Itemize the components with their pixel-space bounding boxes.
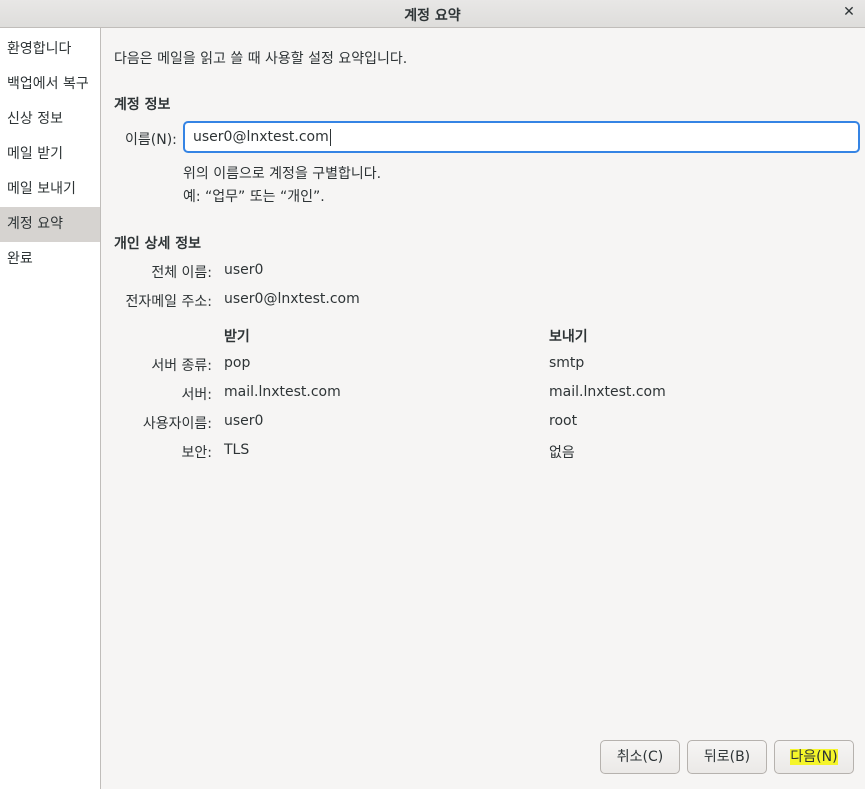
next-button[interactable]: 다음(N) xyxy=(774,740,854,774)
server-type-send: smtp xyxy=(549,355,585,371)
sidebar-item-account-summary[interactable]: 계정 요약 xyxy=(0,207,100,242)
server-type-label: 서버 종류: xyxy=(151,358,212,374)
security-label: 보안: xyxy=(181,445,212,461)
send-column-header: 보내기 xyxy=(549,329,588,345)
sidebar-item-sending-email[interactable]: 메일 보내기 xyxy=(0,172,100,207)
security-receive: TLS xyxy=(224,442,250,458)
security-send: 없음 xyxy=(549,445,575,461)
cancel-button[interactable]: 취소(C) xyxy=(600,740,680,774)
cancel-button-label: 취소(C) xyxy=(616,749,664,765)
close-icon[interactable]: ✕ xyxy=(841,3,857,21)
personal-details-heading: 개인 상세 정보 xyxy=(114,236,202,252)
title-bar: 계정 요약 ✕ xyxy=(0,0,865,28)
intro-text: 다음은 메일을 읽고 쓸 때 사용할 설정 요약입니다. xyxy=(114,51,408,67)
back-button-label: 뒤로(B) xyxy=(703,749,751,765)
sidebar: 환영합니다 백업에서 복구 신상 정보 메일 받기 메일 보내기 계정 요약 완… xyxy=(0,28,101,789)
full-name-value: user0 xyxy=(224,262,264,278)
full-name-label: 전체 이름: xyxy=(151,265,212,281)
sidebar-item-identity[interactable]: 신상 정보 xyxy=(0,102,100,137)
server-receive: mail.lnxtest.com xyxy=(224,384,341,400)
sidebar-item-done[interactable]: 완료 xyxy=(0,242,100,277)
account-name-input[interactable]: user0@lnxtest.com xyxy=(183,121,860,153)
username-label: 사용자이름: xyxy=(142,416,212,432)
window-title: 계정 요약 xyxy=(404,8,461,24)
account-name-value: user0@lnxtest.com xyxy=(193,129,329,145)
account-info-heading: 계정 정보 xyxy=(114,97,171,113)
username-send: root xyxy=(549,413,578,429)
main-content: 다음은 메일을 읽고 쓸 때 사용할 설정 요약입니다. 계정 정보 이름(N)… xyxy=(101,28,865,789)
server-send: mail.lnxtest.com xyxy=(549,384,666,400)
back-button[interactable]: 뒤로(B) xyxy=(687,740,767,774)
next-button-label: 다음(N) xyxy=(790,749,838,765)
email-label: 전자메일 주소: xyxy=(125,294,212,310)
sidebar-item-restore-backup[interactable]: 백업에서 복구 xyxy=(0,67,100,102)
sidebar-item-welcome[interactable]: 환영합니다 xyxy=(0,32,100,67)
server-type-receive: pop xyxy=(224,355,251,371)
name-label: 이름(N): xyxy=(125,132,177,148)
text-caret xyxy=(329,128,331,146)
server-label: 서버: xyxy=(181,387,212,403)
sidebar-item-receiving-email[interactable]: 메일 받기 xyxy=(0,137,100,172)
name-hint-line2: 예: “업무” 또는 “개인”. xyxy=(183,189,325,205)
email-value: user0@lnxtest.com xyxy=(224,291,360,307)
username-receive: user0 xyxy=(224,413,264,429)
name-hint-line1: 위의 이름으로 계정을 구별합니다. xyxy=(183,166,382,182)
receive-column-header: 받기 xyxy=(224,329,250,345)
